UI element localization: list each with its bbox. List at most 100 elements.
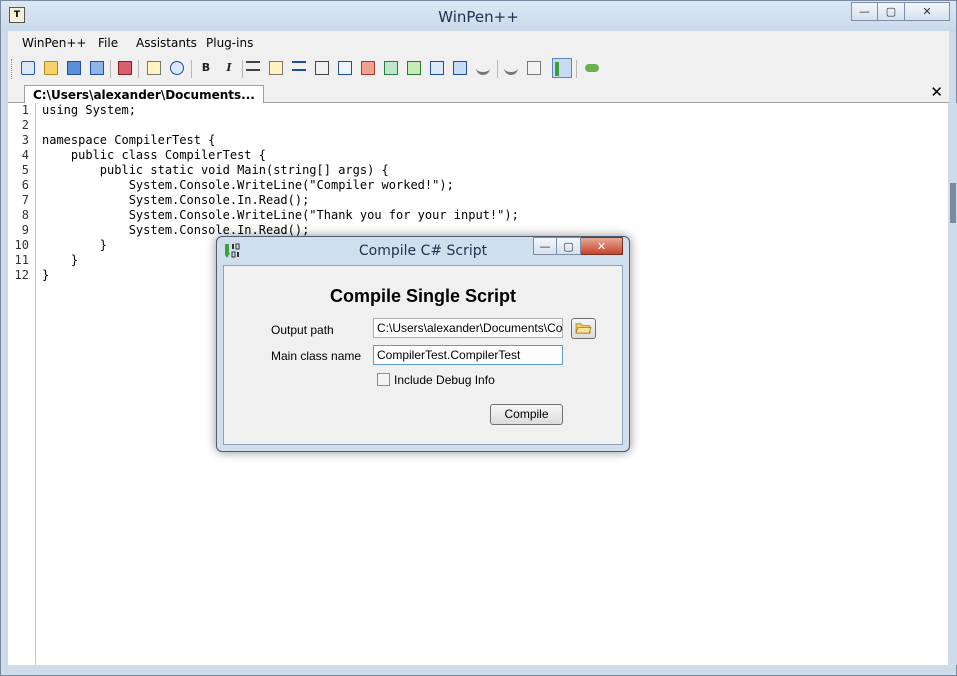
new-file-icon xyxy=(21,61,35,75)
code-line: System.Console.WriteLine("Thank you for … xyxy=(42,208,519,222)
format-icon xyxy=(269,61,283,75)
main-class-input[interactable]: CompilerTest.CompilerTest xyxy=(373,345,563,365)
minimize-button[interactable]: — xyxy=(851,2,878,21)
dialog-minimize-button[interactable]: — xyxy=(533,237,557,255)
insert-icon xyxy=(338,61,352,75)
output-path-input[interactable]: C:\Users\alexander\Documents\Comp xyxy=(373,318,563,338)
dialog-heading: Compile Single Script xyxy=(329,286,517,306)
spreadsheet-icon xyxy=(407,61,421,75)
minimize-icon: — xyxy=(859,5,870,18)
menu-assistants[interactable]: Assistants xyxy=(136,36,197,50)
toolbar-separator xyxy=(497,60,498,78)
indent-button[interactable] xyxy=(289,58,309,78)
at-sign-icon xyxy=(170,61,184,75)
form-button[interactable] xyxy=(524,58,544,78)
line-number-gutter: 1 2 3 4 5 6 7 8 9 10 11 12 xyxy=(8,103,36,665)
toolbar-grip[interactable] xyxy=(11,59,15,79)
save-button[interactable] xyxy=(64,58,84,78)
menu-plugins[interactable]: Plug-ins xyxy=(206,36,253,50)
toolbar-separator xyxy=(191,60,192,78)
main-class-label: Main class name xyxy=(271,349,362,363)
debug-info-label: Include Debug Info xyxy=(394,373,495,387)
open-file-button[interactable] xyxy=(41,58,61,78)
code-line: } xyxy=(42,238,108,252)
format-button[interactable] xyxy=(266,58,286,78)
compile-button[interactable]: Compile xyxy=(490,404,563,425)
output-path-label: Output path xyxy=(271,323,334,337)
line-number: 2 xyxy=(21,118,29,132)
window-bottom-border xyxy=(8,665,949,674)
dialog-maximize-button[interactable]: ▢ xyxy=(557,237,581,255)
close-file-button[interactable] xyxy=(115,58,135,78)
compile-binary-icon xyxy=(555,62,569,76)
code-line: System.Console.WriteLine("Compiler worke… xyxy=(42,178,454,192)
insert-button[interactable] xyxy=(335,58,355,78)
maximize-icon: ▢ xyxy=(563,240,574,253)
paragraph-button[interactable] xyxy=(312,58,332,78)
folder-icon xyxy=(44,61,58,75)
close-tab-icon[interactable]: ✕ xyxy=(930,83,943,101)
compile-dialog: Compile C# Script — ▢ ✕ Compile Single S… xyxy=(216,236,630,452)
indent-icon xyxy=(292,61,306,71)
align-center-icon xyxy=(246,61,260,71)
menu-file[interactable]: File xyxy=(98,36,118,50)
line-number: 8 xyxy=(21,208,29,222)
new-file-button[interactable] xyxy=(18,58,38,78)
columns-button[interactable] xyxy=(450,58,470,78)
window-title: WinPen++ xyxy=(438,8,519,26)
debug-info-checkbox[interactable] xyxy=(377,373,390,386)
line-number: 10 xyxy=(14,238,29,252)
spreadsheet-button[interactable] xyxy=(404,58,424,78)
close-button[interactable]: ✕ xyxy=(905,2,950,21)
code-line: public class CompilerTest { xyxy=(42,148,266,162)
dialog-close-button[interactable]: ✕ xyxy=(581,237,623,255)
anchor-icon xyxy=(476,61,490,75)
anchor-button[interactable] xyxy=(473,58,493,78)
code-line: } xyxy=(42,268,50,282)
close-icon: ✕ xyxy=(922,5,932,18)
replace-button[interactable] xyxy=(358,58,378,78)
image-button[interactable] xyxy=(381,58,401,78)
code-line: } xyxy=(42,253,79,267)
anchor-link-button[interactable] xyxy=(501,58,521,78)
line-number: 6 xyxy=(21,178,29,192)
code-line: namespace CompilerTest { xyxy=(42,133,216,147)
edit-button[interactable] xyxy=(144,58,164,78)
code-line: using System; xyxy=(42,103,136,117)
paragraph-icon xyxy=(315,61,329,75)
menu-bar: WinPen++ File Assistants Plug-ins xyxy=(8,31,949,55)
table-icon xyxy=(430,61,444,75)
run-button[interactable] xyxy=(582,58,602,78)
car-icon xyxy=(585,64,599,72)
email-button[interactable] xyxy=(167,58,187,78)
maximize-icon: ▢ xyxy=(885,5,897,18)
table-button[interactable] xyxy=(427,58,447,78)
italic-button[interactable]: I xyxy=(219,58,239,78)
scrollbar-thumb[interactable] xyxy=(950,183,956,223)
tab-bar: C:\Users\alexander\Documents... ✕ xyxy=(8,82,949,104)
save-icon xyxy=(67,61,81,75)
vertical-scrollbar[interactable] xyxy=(949,103,957,665)
toolbar-separator xyxy=(138,60,139,78)
close-icon: ✕ xyxy=(596,240,607,253)
edit-pencil-icon xyxy=(147,61,161,75)
window-controls: — ▢ ✕ xyxy=(851,2,950,21)
tab-document[interactable]: C:\Users\alexander\Documents... xyxy=(24,85,264,104)
replace-icon xyxy=(361,61,375,75)
save-all-button[interactable] xyxy=(87,58,107,78)
title-bar: T WinPen++ — ▢ ✕ xyxy=(1,1,956,32)
line-number: 4 xyxy=(21,148,29,162)
compile-toolbar-button[interactable] xyxy=(552,58,572,78)
line-number: 12 xyxy=(14,268,29,282)
browse-folder-button[interactable] xyxy=(571,318,596,339)
save-all-icon xyxy=(90,61,104,75)
align-center-button[interactable] xyxy=(243,58,263,78)
menu-winpen[interactable]: WinPen++ xyxy=(22,36,86,50)
maximize-button[interactable]: ▢ xyxy=(878,2,905,21)
folder-icon xyxy=(575,323,592,334)
image-icon xyxy=(384,61,398,75)
line-number: 3 xyxy=(21,133,29,147)
line-number: 11 xyxy=(14,253,29,267)
bold-button[interactable]: B xyxy=(196,58,216,78)
toolbar-separator xyxy=(576,60,577,78)
